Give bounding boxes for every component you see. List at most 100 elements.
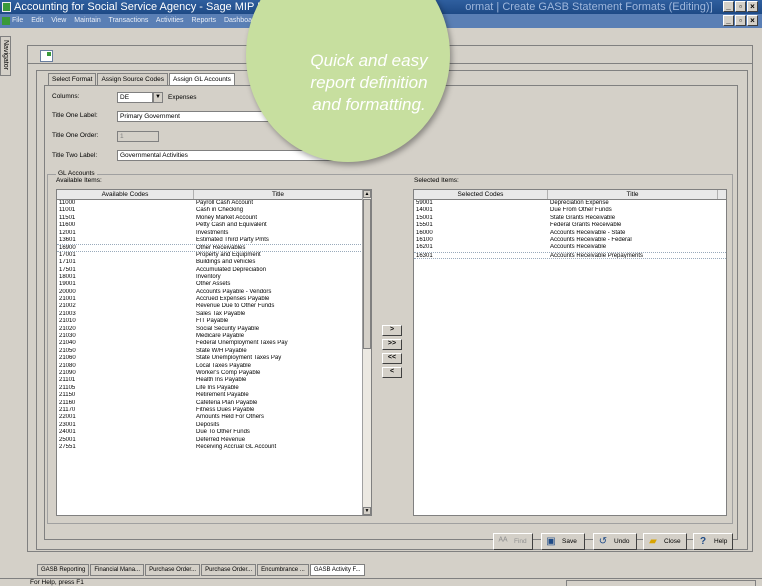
doc-minimize-button[interactable]: _ bbox=[723, 15, 734, 26]
columns-select[interactable]: DE bbox=[117, 92, 153, 103]
new-document-icon[interactable] bbox=[40, 50, 53, 62]
document-icon bbox=[2, 17, 10, 25]
menu-file[interactable]: File bbox=[12, 17, 23, 24]
remove-one-button[interactable]: < bbox=[382, 367, 402, 378]
chevron-down-icon[interactable]: ▼ bbox=[153, 92, 163, 103]
table-row[interactable]: 16900 Other Receivables bbox=[57, 244, 371, 252]
table-row[interactable]: 16000 Accounts Receivable - State bbox=[414, 230, 726, 237]
table-row[interactable]: 11000 Payroll Cash Account bbox=[57, 200, 371, 207]
table-row[interactable]: 18001 Inventory bbox=[57, 274, 371, 281]
add-all-button[interactable]: >> bbox=[382, 339, 402, 350]
add-one-button[interactable]: > bbox=[382, 325, 402, 336]
table-row[interactable]: 21160 Cafeteria Plan Payable bbox=[57, 400, 371, 407]
available-items-grid[interactable]: Available Codes Title 11000 Payroll Cash … bbox=[56, 189, 372, 516]
table-row[interactable]: 19001 Other Assets bbox=[57, 281, 371, 288]
table-row[interactable]: 59001 Depreciation Expense bbox=[414, 200, 726, 207]
navigator-panel-tab[interactable]: Navigator bbox=[0, 36, 11, 76]
undo-button[interactable]: ↺ Undo bbox=[593, 533, 637, 550]
menu-reports[interactable]: Reports bbox=[192, 17, 217, 24]
title-cell: Revenue Due to Other Funds bbox=[196, 303, 275, 310]
table-row[interactable]: 15501 Federal Grants Receivable bbox=[414, 222, 726, 229]
available-codes-header[interactable]: Available Codes bbox=[57, 190, 194, 199]
selected-items-grid[interactable]: Selected Codes Title 59001 Depreciation E… bbox=[413, 189, 727, 516]
doc-close-button[interactable]: × bbox=[747, 15, 758, 26]
table-row[interactable]: 17501 Accumulated Depreciation bbox=[57, 267, 371, 274]
table-row[interactable]: 24001 Due To Other Funds bbox=[57, 429, 371, 436]
title-cell: Medicare Payable bbox=[196, 333, 245, 340]
table-row[interactable]: 13601 Estimated Third Party Pmts bbox=[57, 237, 371, 244]
table-row[interactable]: 17101 Buildings and vehicles bbox=[57, 259, 371, 266]
doc-tab-purchase-order-1[interactable]: Purchase Order... bbox=[145, 564, 201, 576]
status-panel bbox=[566, 580, 756, 586]
table-row[interactable]: 21001 Accrued Expenses Payable bbox=[57, 296, 371, 303]
callout-text: Quick and easy report definition and for… bbox=[310, 51, 428, 114]
doc-tab-gasb-reporting[interactable]: GASB Reporting bbox=[37, 564, 90, 576]
scroll-thumb[interactable] bbox=[363, 199, 371, 349]
scroll-up-arrow-icon[interactable]: ▲ bbox=[363, 190, 371, 198]
table-row[interactable]: 15001 State Grants Receivable bbox=[414, 215, 726, 222]
table-row[interactable]: 11501 Money Market Account bbox=[57, 215, 371, 222]
table-row[interactable]: 21150 Retirement Payable bbox=[57, 392, 371, 399]
doc-tab-purchase-order-2[interactable]: Purchase Order... bbox=[201, 564, 257, 576]
table-row[interactable]: 21010 FIT Payable bbox=[57, 318, 371, 325]
table-row[interactable]: 16301 Accounts Receivable Prepayments bbox=[414, 251, 726, 260]
selected-title-header[interactable]: Title bbox=[548, 190, 718, 199]
menu-maintain[interactable]: Maintain bbox=[74, 17, 100, 24]
table-row[interactable]: 12001 Investments bbox=[57, 230, 371, 237]
tab-assign-gl-accounts[interactable]: Assign GL Accounts bbox=[168, 73, 235, 85]
doc-tab-financial-manager[interactable]: Financial Mana... bbox=[90, 564, 145, 576]
menu-view[interactable]: View bbox=[51, 17, 66, 24]
table-row[interactable]: 21030 Medicare Payable bbox=[57, 333, 371, 340]
table-row[interactable]: 11001 Cash in Checking bbox=[57, 207, 371, 214]
table-row[interactable]: 14001 Due From Other Funds bbox=[414, 207, 726, 214]
tab-select-format[interactable]: Select Format bbox=[48, 73, 97, 85]
close-button[interactable]: ▰ Close bbox=[643, 533, 687, 550]
available-scrollbar[interactable]: ▲ ▼ bbox=[362, 190, 371, 515]
table-row[interactable]: 16201 Accounts Receivable bbox=[414, 244, 726, 251]
table-row[interactable]: 21080 Local Taxes Payable bbox=[57, 363, 371, 370]
doc-tab-encumbrance[interactable]: Encumbrance ... bbox=[257, 564, 309, 576]
code-cell: 15501 bbox=[416, 222, 433, 229]
table-row[interactable]: 21002 Revenue Due to Other Funds bbox=[57, 303, 371, 310]
selected-items-label: Selected Items: bbox=[414, 177, 459, 184]
table-row[interactable]: 21050 State W/H Payable bbox=[57, 348, 371, 355]
table-row[interactable]: 21020 Social Security Payable bbox=[57, 326, 371, 333]
title-cell: State W/H Payable bbox=[196, 347, 247, 354]
menu-activities[interactable]: Activities bbox=[156, 17, 184, 24]
table-row[interactable]: 23001 Deposits bbox=[57, 422, 371, 429]
title-cell: Deposits bbox=[196, 421, 220, 428]
find-icon: ᴬᴬ bbox=[498, 536, 508, 547]
available-title-header[interactable]: Title bbox=[194, 190, 363, 199]
menu-edit[interactable]: Edit bbox=[31, 17, 43, 24]
minimize-button[interactable]: _ bbox=[723, 1, 734, 12]
menu-transactions[interactable]: Transactions bbox=[109, 17, 149, 24]
code-cell: 21010 bbox=[59, 318, 76, 325]
close-window-button[interactable]: × bbox=[747, 1, 758, 12]
table-row[interactable]: 21105 Life Ins Payable bbox=[57, 385, 371, 392]
table-row[interactable]: 25001 Deferred Revenue bbox=[57, 437, 371, 444]
help-button[interactable]: ? Help bbox=[693, 533, 733, 550]
table-row[interactable]: 21101 Health Ins Payable bbox=[57, 377, 371, 384]
selected-codes-header[interactable]: Selected Codes bbox=[414, 190, 548, 199]
table-row[interactable]: 20000 Accounts Payable - Vendors bbox=[57, 289, 371, 296]
table-row[interactable]: 22001 Amounts Held For Others bbox=[57, 414, 371, 421]
code-cell: 20000 bbox=[59, 288, 76, 295]
table-row[interactable]: 11600 Petty Cash and Equivalent bbox=[57, 222, 371, 229]
doc-tab-gasb-activity[interactable]: GASB Activity F... bbox=[309, 564, 365, 576]
table-row[interactable]: 21060 State Unemployment Taxes Pay bbox=[57, 355, 371, 362]
remove-all-button[interactable]: << bbox=[382, 353, 402, 364]
title-cell: State Unemployment Taxes Pay bbox=[196, 355, 282, 362]
tab-assign-source-codes[interactable]: Assign Source Codes bbox=[97, 73, 168, 85]
save-button[interactable]: ▣ Save bbox=[541, 533, 585, 550]
table-row[interactable]: 21090 Worker's Comp Payable bbox=[57, 370, 371, 377]
table-row[interactable]: 27551 Receiving Accrual GL Account bbox=[57, 444, 371, 451]
doc-restore-button[interactable]: ▫ bbox=[735, 15, 746, 26]
table-row[interactable]: 16100 Accounts Receivable - Federal bbox=[414, 237, 726, 244]
table-row[interactable]: 21003 Sales Tax Payable bbox=[57, 311, 371, 318]
table-row[interactable]: 21170 Fitness Dues Payable bbox=[57, 407, 371, 414]
maximize-button[interactable]: ▫ bbox=[735, 1, 746, 12]
title-cell: Sales Tax Payable bbox=[196, 310, 246, 317]
table-row[interactable]: 21040 Federal Unemployment Taxes Pay bbox=[57, 340, 371, 347]
table-row[interactable]: 17001 Property and Equipment bbox=[57, 252, 371, 259]
scroll-down-arrow-icon[interactable]: ▼ bbox=[363, 507, 371, 515]
